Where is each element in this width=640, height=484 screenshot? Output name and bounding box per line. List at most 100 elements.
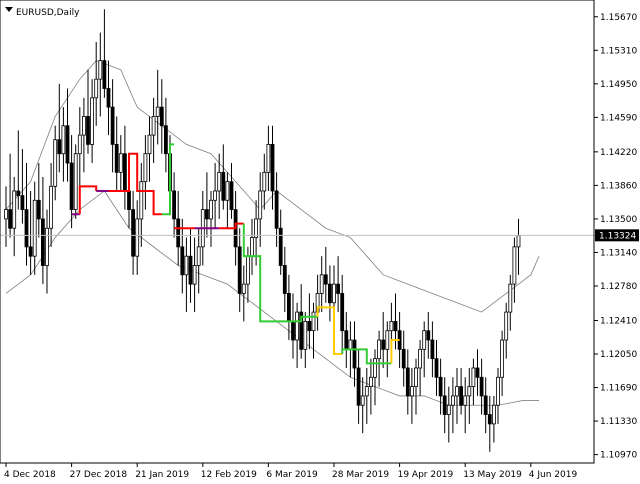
candle-body — [204, 209, 209, 220]
candle-body — [340, 293, 345, 332]
candle-body — [487, 414, 492, 425]
candle-body — [270, 143, 275, 192]
candle-body — [8, 209, 13, 229]
candle-body — [278, 227, 283, 266]
candle-body — [327, 283, 332, 304]
candle-body — [118, 153, 123, 173]
candle-body — [508, 283, 513, 313]
candle-body — [504, 311, 509, 341]
y-tick-label: 1.13860 — [600, 181, 637, 191]
candle-body — [184, 255, 189, 276]
candle-body — [82, 116, 86, 136]
candle-body — [500, 339, 505, 378]
candle-body — [4, 209, 8, 220]
candle-body — [364, 386, 369, 397]
candle-body — [123, 153, 127, 192]
candle-body — [12, 190, 17, 229]
candle-body — [221, 171, 226, 201]
candle-body — [459, 386, 464, 406]
candle-body — [77, 134, 82, 155]
candle-body — [418, 348, 423, 369]
x-tick-label: 28 Mar 2019 — [332, 470, 389, 480]
candle-body — [393, 320, 398, 332]
candle-body — [69, 162, 74, 211]
y-tick-label: 1.15310 — [600, 46, 637, 56]
candle-body — [360, 395, 365, 406]
y-tick-label: 1.11690 — [600, 384, 637, 394]
candlestick-chart[interactable]: 1.15670 1.15310 1.14950 1.14590 1.14220 1.138… — [0, 0, 640, 480]
candle-body — [250, 237, 254, 257]
y-tick-label: 1.12780 — [600, 282, 637, 292]
candle — [73, 144, 78, 219]
candle-body — [430, 339, 435, 360]
candle-body — [389, 320, 394, 332]
x-tick-label: 19 Apr 2019 — [398, 470, 454, 480]
candle-body — [274, 190, 279, 229]
candle-body — [352, 339, 357, 369]
candle-body — [254, 218, 259, 238]
candle-body — [512, 246, 517, 285]
candle-body — [196, 246, 201, 266]
candle-body — [377, 339, 382, 360]
candle-body — [422, 330, 427, 350]
candle-body — [303, 320, 308, 350]
chart-title: EURUSD,Daily — [16, 8, 80, 18]
candle-body — [442, 395, 447, 415]
candle-body — [409, 386, 414, 397]
candle-body — [139, 181, 144, 220]
y-tick-label: 1.14590 — [600, 113, 637, 123]
candle-body — [53, 139, 58, 187]
candle-body — [356, 367, 361, 406]
candle-body — [336, 283, 341, 294]
candle-body — [450, 395, 455, 406]
candle-body — [213, 190, 218, 201]
candle-body — [24, 209, 29, 248]
candle-body — [57, 139, 62, 155]
current-price-value: 1.13324 — [599, 231, 636, 241]
candle-body — [102, 60, 107, 89]
y-tick-label: 1.13500 — [600, 215, 637, 225]
candle-body — [262, 171, 267, 192]
candle-body — [172, 190, 177, 220]
candle-body — [368, 376, 373, 388]
candle-body — [217, 171, 222, 192]
candle-body — [291, 320, 295, 341]
candle-body — [241, 283, 246, 294]
candle-body — [61, 125, 66, 155]
candle-body — [496, 376, 500, 406]
candle-body — [463, 395, 468, 406]
candle-body — [36, 199, 41, 220]
candle-body — [401, 348, 406, 369]
candle-body — [332, 283, 336, 304]
candle-body — [98, 60, 103, 80]
candle-body — [344, 330, 349, 350]
candle-body — [65, 125, 70, 164]
candle-body — [373, 358, 377, 378]
candle-body — [446, 404, 451, 415]
candle-body — [86, 116, 90, 145]
candle-body — [483, 395, 488, 415]
y-tick-label: 1.15670 — [600, 13, 637, 23]
x-tick-label: 4 Dec 2018 — [4, 470, 56, 480]
candle-body — [491, 404, 496, 425]
candle-body — [434, 358, 439, 378]
candle-body — [127, 190, 131, 211]
candle-body — [295, 311, 300, 341]
candle-body — [467, 386, 472, 397]
x-tick-label: 21 Jan 2019 — [135, 470, 189, 480]
candle-body — [90, 97, 94, 145]
candle-body — [237, 246, 242, 294]
candle-body — [307, 320, 312, 332]
candle-body — [348, 339, 353, 350]
candle-body — [188, 255, 193, 285]
candle-body — [32, 199, 37, 257]
candle-body — [311, 311, 316, 332]
y-tick-label: 1.10970 — [600, 451, 637, 461]
chart-window[interactable]: 1.15670 1.15310 1.14950 1.14590 1.14220 1.138… — [0, 0, 640, 480]
x-tick-label: 6 Mar 2019 — [266, 470, 318, 480]
candle-body — [471, 367, 476, 388]
candle-body — [426, 330, 431, 341]
candle-body — [323, 274, 328, 285]
candle-body — [20, 195, 25, 211]
y-tick-label: 1.14220 — [600, 148, 637, 158]
